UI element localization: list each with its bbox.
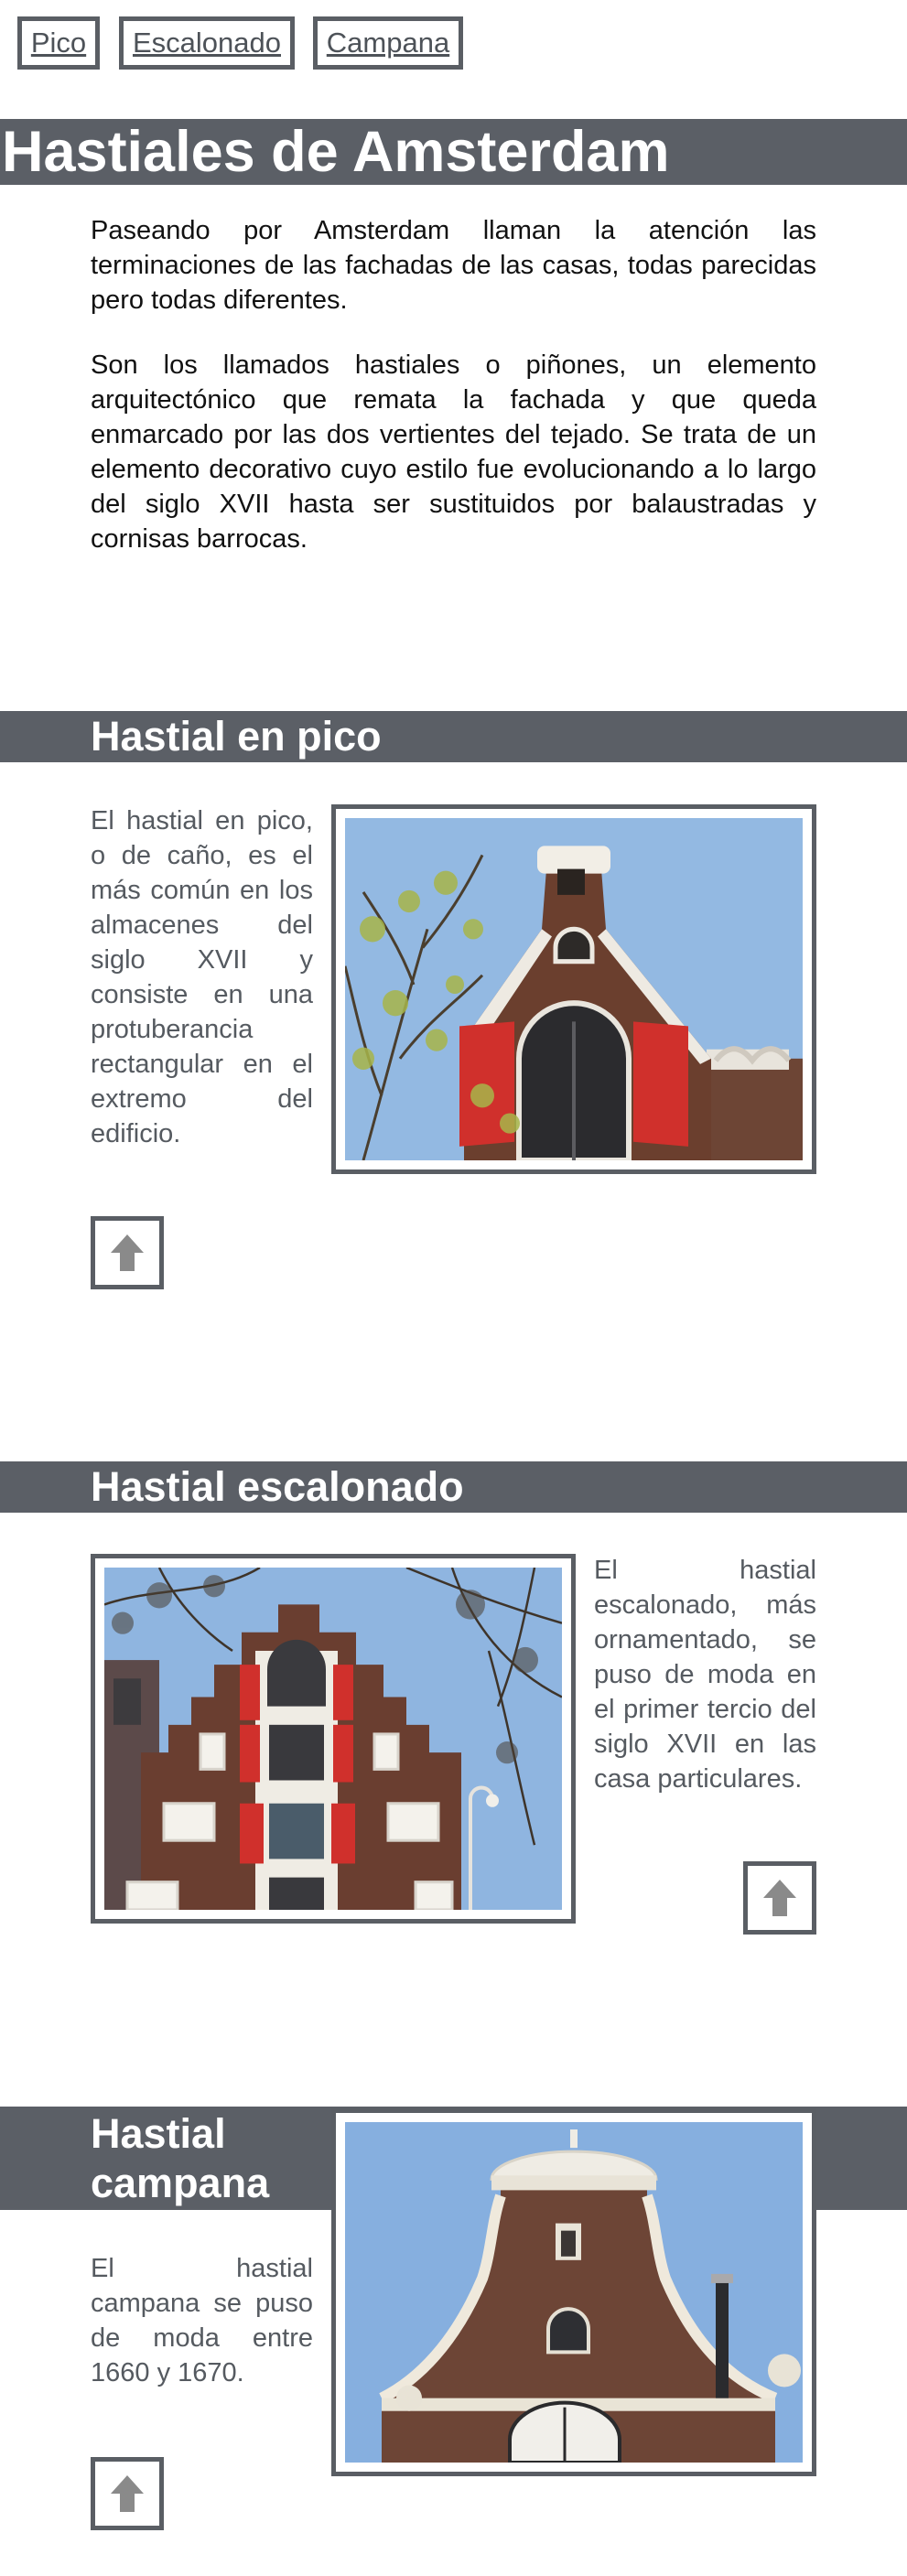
back-to-top-button-campana[interactable] bbox=[91, 2457, 164, 2530]
section-text-escalonado: El hastial escalonado, más ornamentado, … bbox=[594, 1556, 816, 1794]
gable-campana-image bbox=[345, 2122, 803, 2463]
up-arrow-icon bbox=[763, 1880, 796, 1916]
page-title-band: Hastiales de Amsterdam bbox=[0, 119, 907, 185]
section-heading-escalonado: Hastial escalonado bbox=[91, 1463, 464, 1510]
image-frame-campana bbox=[331, 2108, 816, 2476]
image-frame-escalonado bbox=[91, 1554, 576, 1924]
up-arrow-icon bbox=[111, 1234, 144, 1271]
section-heading-pico: Hastial en pico bbox=[91, 713, 382, 760]
nav-link-campana[interactable]: Campana bbox=[313, 16, 463, 70]
section-band-escalonado: Hastial escalonado bbox=[0, 1461, 907, 1513]
back-to-top-button-pico[interactable] bbox=[91, 1216, 164, 1289]
image-frame-pico bbox=[331, 804, 816, 1174]
nav-link-pico[interactable]: Pico bbox=[17, 16, 100, 70]
back-to-top-button-escalonado[interactable] bbox=[743, 1861, 816, 1935]
section-band-pico: Hastial en pico bbox=[0, 711, 907, 762]
section-heading-campana-line2: campana bbox=[91, 2160, 270, 2206]
intro-paragraph-2: Son los llamados hastiales o piñones, un… bbox=[91, 350, 816, 554]
section-heading-campana-line1: Hastial bbox=[91, 2110, 226, 2157]
section-text-campana: El hastial campana se puso de moda entre… bbox=[91, 2254, 313, 2387]
intro-paragraph-1: Paseando por Amsterdam llaman la atenció… bbox=[91, 216, 816, 315]
gable-escalonado-image bbox=[104, 1568, 562, 1910]
up-arrow-icon bbox=[111, 2475, 144, 2512]
nav-link-escalonado[interactable]: Escalonado bbox=[119, 16, 295, 70]
section-text-pico: El hastial en pico, o de caño, es el más… bbox=[91, 806, 313, 1148]
gable-pico-image bbox=[345, 818, 803, 1160]
page-title: Hastiales de Amsterdam bbox=[2, 120, 670, 184]
